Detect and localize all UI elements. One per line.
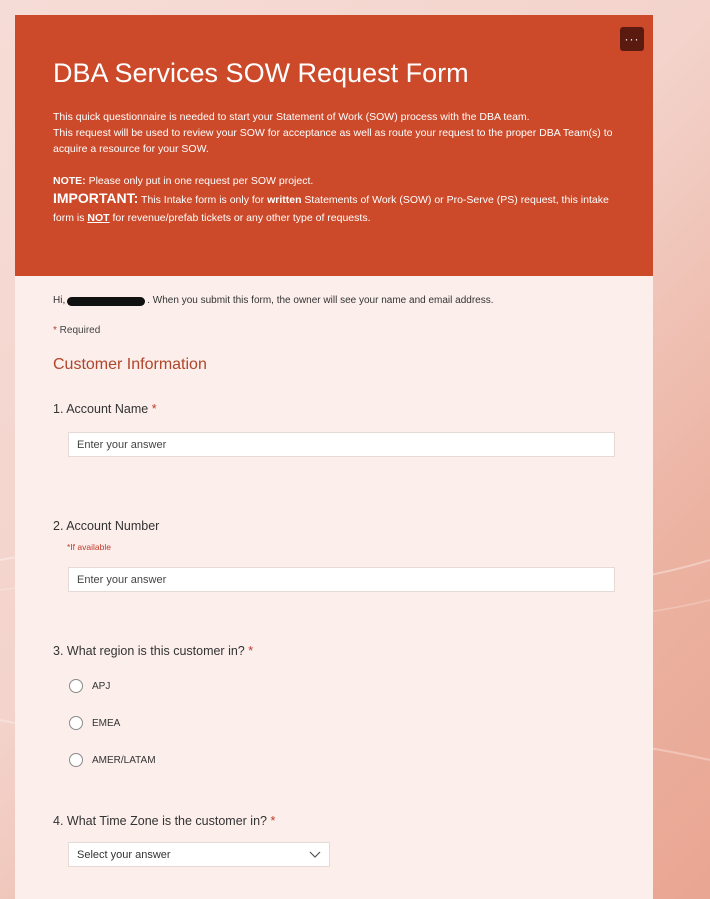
important-line: IMPORTANT: This Intake form is only for … <box>53 190 609 224</box>
radio-button[interactable] <box>69 753 83 767</box>
region-option-apj[interactable]: APJ <box>69 677 615 695</box>
note-label: NOTE: <box>53 175 86 187</box>
redacted-name <box>67 296 146 306</box>
chevron-down-icon <box>309 851 321 858</box>
radio-button[interactable] <box>69 679 83 693</box>
question-account-name: 1. Account Name * <box>53 402 615 457</box>
important-label: IMPORTANT: <box>53 190 139 206</box>
time-zone-select[interactable]: Select your answer <box>68 842 330 867</box>
question-time-zone: 4. What Time Zone is the customer in? * … <box>53 814 615 867</box>
required-note: * Required <box>53 325 101 336</box>
form-title: DBA Services SOW Request Form <box>53 58 469 88</box>
more-icon: ··· <box>624 32 640 46</box>
question-label: 2. Account Number <box>53 519 160 533</box>
question-account-number: 2. Account Number *If available <box>53 519 615 592</box>
region-option-emea[interactable]: EMEA <box>69 714 615 732</box>
form-card: ··· DBA Services SOW Request Form This q… <box>15 15 653 899</box>
account-name-input[interactable] <box>68 432 615 457</box>
form-description: This quick questionnaire is needed to st… <box>53 109 615 227</box>
more-options-button[interactable]: ··· <box>620 27 644 51</box>
section-title: Customer Information <box>53 356 207 373</box>
description-line-2: This request will be used to review your… <box>53 127 613 155</box>
question-hint: *If available <box>67 542 111 552</box>
description-line-1: This quick questionnaire is needed to st… <box>53 111 530 123</box>
radio-button[interactable] <box>69 716 83 730</box>
region-option-amer-latam[interactable]: AMER/LATAM <box>69 751 615 769</box>
account-number-input[interactable] <box>68 567 615 592</box>
form-header: ··· DBA Services SOW Request Form This q… <box>15 15 653 276</box>
region-radio-group: APJ EMEA AMER/LATAM <box>69 677 615 769</box>
select-placeholder: Select your answer <box>77 848 171 861</box>
question-label: 3. What region is this customer in? * <box>53 644 254 658</box>
form-body: Hi, . When you submit this form, the own… <box>15 276 653 867</box>
question-label: 1. Account Name * <box>53 402 157 416</box>
note-text: Please only put in one request per SOW p… <box>85 175 314 187</box>
question-label: 4. What Time Zone is the customer in? * <box>53 814 276 828</box>
user-greeting: Hi, . When you submit this form, the own… <box>53 295 494 306</box>
note-line: NOTE: Please only put in one request per… <box>53 173 615 189</box>
question-region: 3. What region is this customer in? * AP… <box>53 644 615 769</box>
